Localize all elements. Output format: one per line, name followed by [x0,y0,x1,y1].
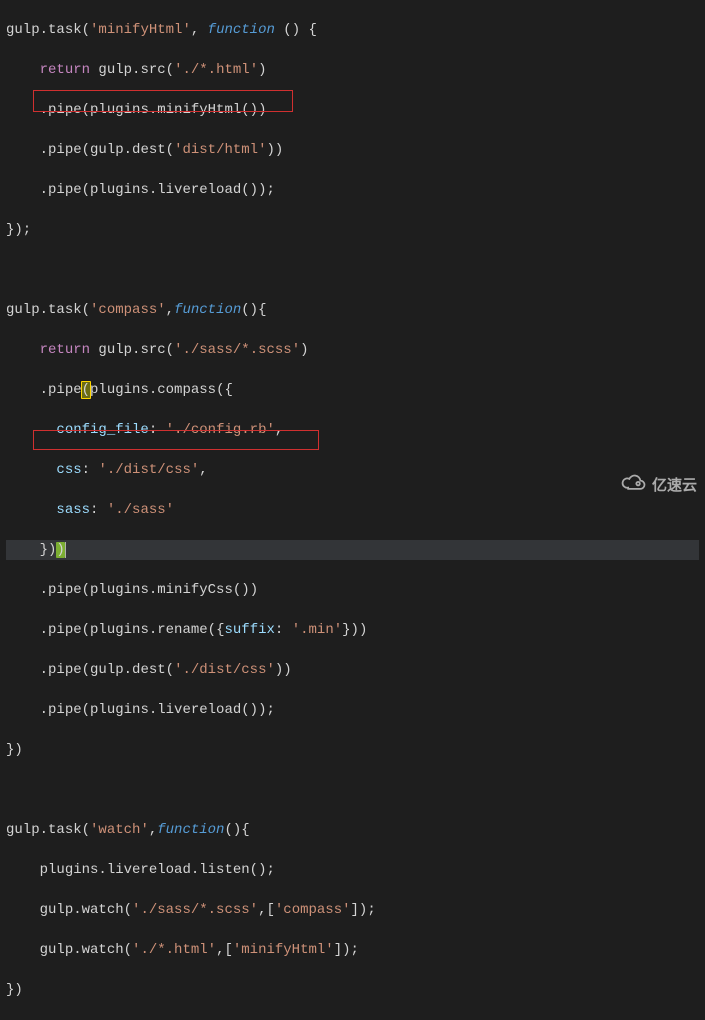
code-line: .pipe(gulp.dest('./dist/css')) [6,660,699,680]
code-line: }); [6,220,699,240]
code-line: gulp.task('minifyHtml', function () { [6,20,699,40]
code-line: return gulp.src('./*.html') [6,60,699,80]
code-line: .pipe(plugins.livereload()); [6,180,699,200]
code-editor[interactable]: gulp.task('minifyHtml', function () { re… [0,0,705,1020]
code-line [6,260,699,280]
code-line: }) [6,980,699,1000]
code-line: gulp.watch('./*.html',['minifyHtml']); [6,940,699,960]
cloud-icon [620,474,648,498]
watermark: 亿速云 [620,474,697,498]
code-line: .pipe(gulp.dest('dist/html')) [6,140,699,160]
code-line: css: './dist/css', [6,460,699,480]
code-line: gulp.task('compass',function(){ [6,300,699,320]
code-line: config_file: './config.rb', [6,420,699,440]
code-line: sass: './sass' [6,500,699,520]
code-line: .pipe(plugins.livereload()); [6,700,699,720]
code-line: .pipe(plugins.minifyCss()) [6,580,699,600]
code-line-active: })) [6,540,699,560]
code-line [6,780,699,800]
code-line: gulp.task('watch',function(){ [6,820,699,840]
code-line: return gulp.src('./sass/*.scss') [6,340,699,360]
watermark-text: 亿速云 [652,476,697,496]
code-line: }) [6,740,699,760]
code-line: .pipe(plugins.compass({ [6,380,699,400]
code-line: .pipe(plugins.rename({suffix: '.min'})) [6,620,699,640]
code-line: .pipe(plugins.minifyHtml()) [6,100,699,120]
code-line: gulp.watch('./sass/*.scss',['compass']); [6,900,699,920]
code-line: plugins.livereload.listen(); [6,860,699,880]
